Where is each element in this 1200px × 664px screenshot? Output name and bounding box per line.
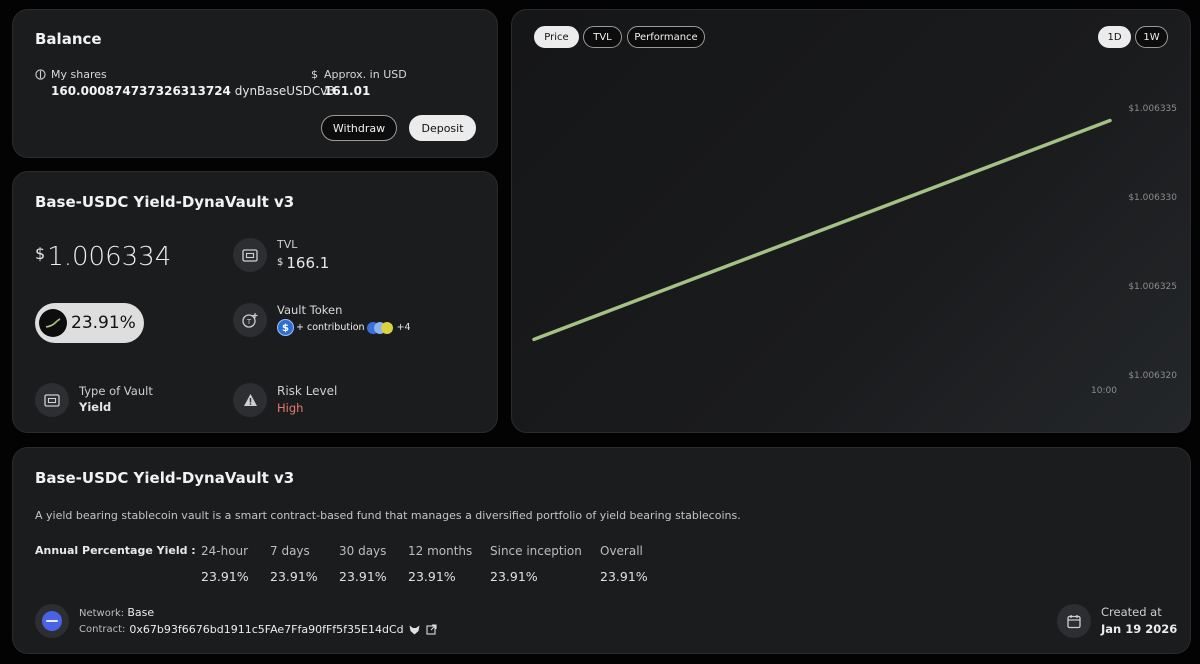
usd-label: Approx. in USD (324, 68, 407, 81)
y-tick-label-3: $1.006320 (1128, 371, 1177, 381)
apy-period-24h: 24-hour (201, 544, 249, 558)
info-icon (35, 69, 46, 80)
apy-value-30d: 23.91% (339, 569, 387, 584)
vault-card: Base-USDC Yield-DynaVault v3 $ 1.006334 … (12, 171, 498, 433)
price-series-line (532, 118, 1112, 342)
my-shares-label-row: My shares (35, 68, 107, 81)
vault-token-icon: T (233, 303, 267, 337)
created-date: Jan 19 2026 (1101, 622, 1178, 636)
price-chart: $1.006335 $1.006330 $1.006325 $1.006320 10:0… (532, 104, 1177, 396)
token-stack-icon (366, 321, 393, 334)
balance-card: Balance My shares 160.000874737326313724… (12, 9, 498, 158)
network-value: Base (127, 606, 155, 619)
fox-wallet-icon[interactable] (409, 625, 420, 635)
dollar-icon: $ (311, 68, 318, 81)
vault-info-card: Base-USDC Yield-DynaVault v3 A yield bea… (12, 447, 1191, 654)
my-shares-label: My shares (51, 68, 107, 81)
info-title: Base-USDC Yield-DynaVault v3 (35, 469, 295, 487)
apy-badge: 23.91% (35, 303, 144, 343)
price-currency: $ (35, 244, 46, 263)
contract-label: Contract: (79, 624, 126, 635)
apy-value-overall: 23.91% (600, 569, 648, 584)
external-link-icon[interactable] (426, 624, 437, 635)
vault-type-icon (35, 383, 69, 417)
vault-type-value: Yield (79, 400, 112, 414)
vault-description: A yield bearing stablecoin vault is a sm… (35, 509, 741, 522)
tvl-currency: $ (277, 257, 284, 268)
y-tick-label-2: $1.006325 (1128, 282, 1177, 292)
risk-level-value: High (277, 401, 304, 415)
contract-row: Contract: 0x67b93f6676bd1911c5FAe7Ffa90f… (79, 623, 437, 636)
my-shares-value-row: 160.000874737326313724 dynBaseUSDCv3 (51, 84, 335, 98)
tvl-value-row: $ 166.1 (277, 254, 329, 272)
usdc-token-icon: $ (277, 319, 294, 336)
calendar-icon (1057, 604, 1091, 638)
tvl-label: TVL (277, 238, 298, 251)
usd-label-row: $ Approx. in USD (311, 68, 407, 81)
network-label: Network: (79, 608, 125, 619)
apy-value-12m: 23.91% (408, 569, 456, 584)
apy-label: Annual Percentage Yield : (35, 544, 196, 557)
apy-period-12m: 12 months (408, 544, 473, 558)
svg-text:T: T (246, 318, 252, 326)
vault-title: Base-USDC Yield-DynaVault v3 (35, 193, 295, 211)
balance-title: Balance (35, 30, 102, 48)
usd-value: 161.01 (324, 84, 371, 98)
apy-value-24h: 23.91% (201, 569, 249, 584)
trend-up-icon (39, 309, 67, 337)
my-shares-token: dynBaseUSDCv3 (234, 84, 336, 98)
apy-period-inception: Since inception (490, 544, 582, 558)
withdraw-button[interactable]: Withdraw (321, 115, 397, 141)
apy-value-7d: 23.91% (270, 569, 318, 584)
deposit-button[interactable]: Deposit (409, 115, 476, 141)
vault-token-more: +4 (396, 322, 411, 333)
contract-address[interactable]: 0x67b93f6676bd1911c5FAe7Ffa90fFf5f35E14d… (129, 623, 403, 636)
svg-text:$: $ (282, 323, 289, 333)
y-tick-label-0: $1.006335 (1128, 104, 1177, 114)
tvl-value: 166.1 (286, 254, 330, 272)
apy-period-overall: Overall (600, 544, 643, 558)
x-tick-label: 10:00 (1091, 386, 1117, 396)
vault-type-label: Type of Vault (79, 384, 153, 398)
vault-token-row: $ + contribution +4 (277, 319, 411, 336)
vault-token-label: Vault Token (277, 303, 343, 317)
warning-icon (233, 383, 267, 417)
risk-level-label: Risk Level (277, 384, 338, 398)
vault-price: $ 1.006334 (35, 242, 171, 272)
created-label: Created at (1101, 605, 1162, 619)
network-row: Network: Base (79, 606, 154, 619)
base-network-icon (35, 604, 69, 638)
price-value: 1.006334 (47, 242, 172, 272)
apy-value-inception: 23.91% (490, 569, 538, 584)
y-tick-label-1: $1.006330 (1128, 193, 1177, 203)
apy-period-30d: 30 days (339, 544, 387, 558)
chart-card: Price TVL Performance 1D 1W $1.006335 $1.… (511, 9, 1191, 433)
tvl-icon (233, 238, 267, 272)
vault-token-text: + contribution (296, 322, 365, 333)
apy-badge-value: 23.91% (71, 313, 136, 333)
apy-period-7d: 7 days (270, 544, 310, 558)
my-shares-value: 160.000874737326313724 (51, 84, 231, 98)
